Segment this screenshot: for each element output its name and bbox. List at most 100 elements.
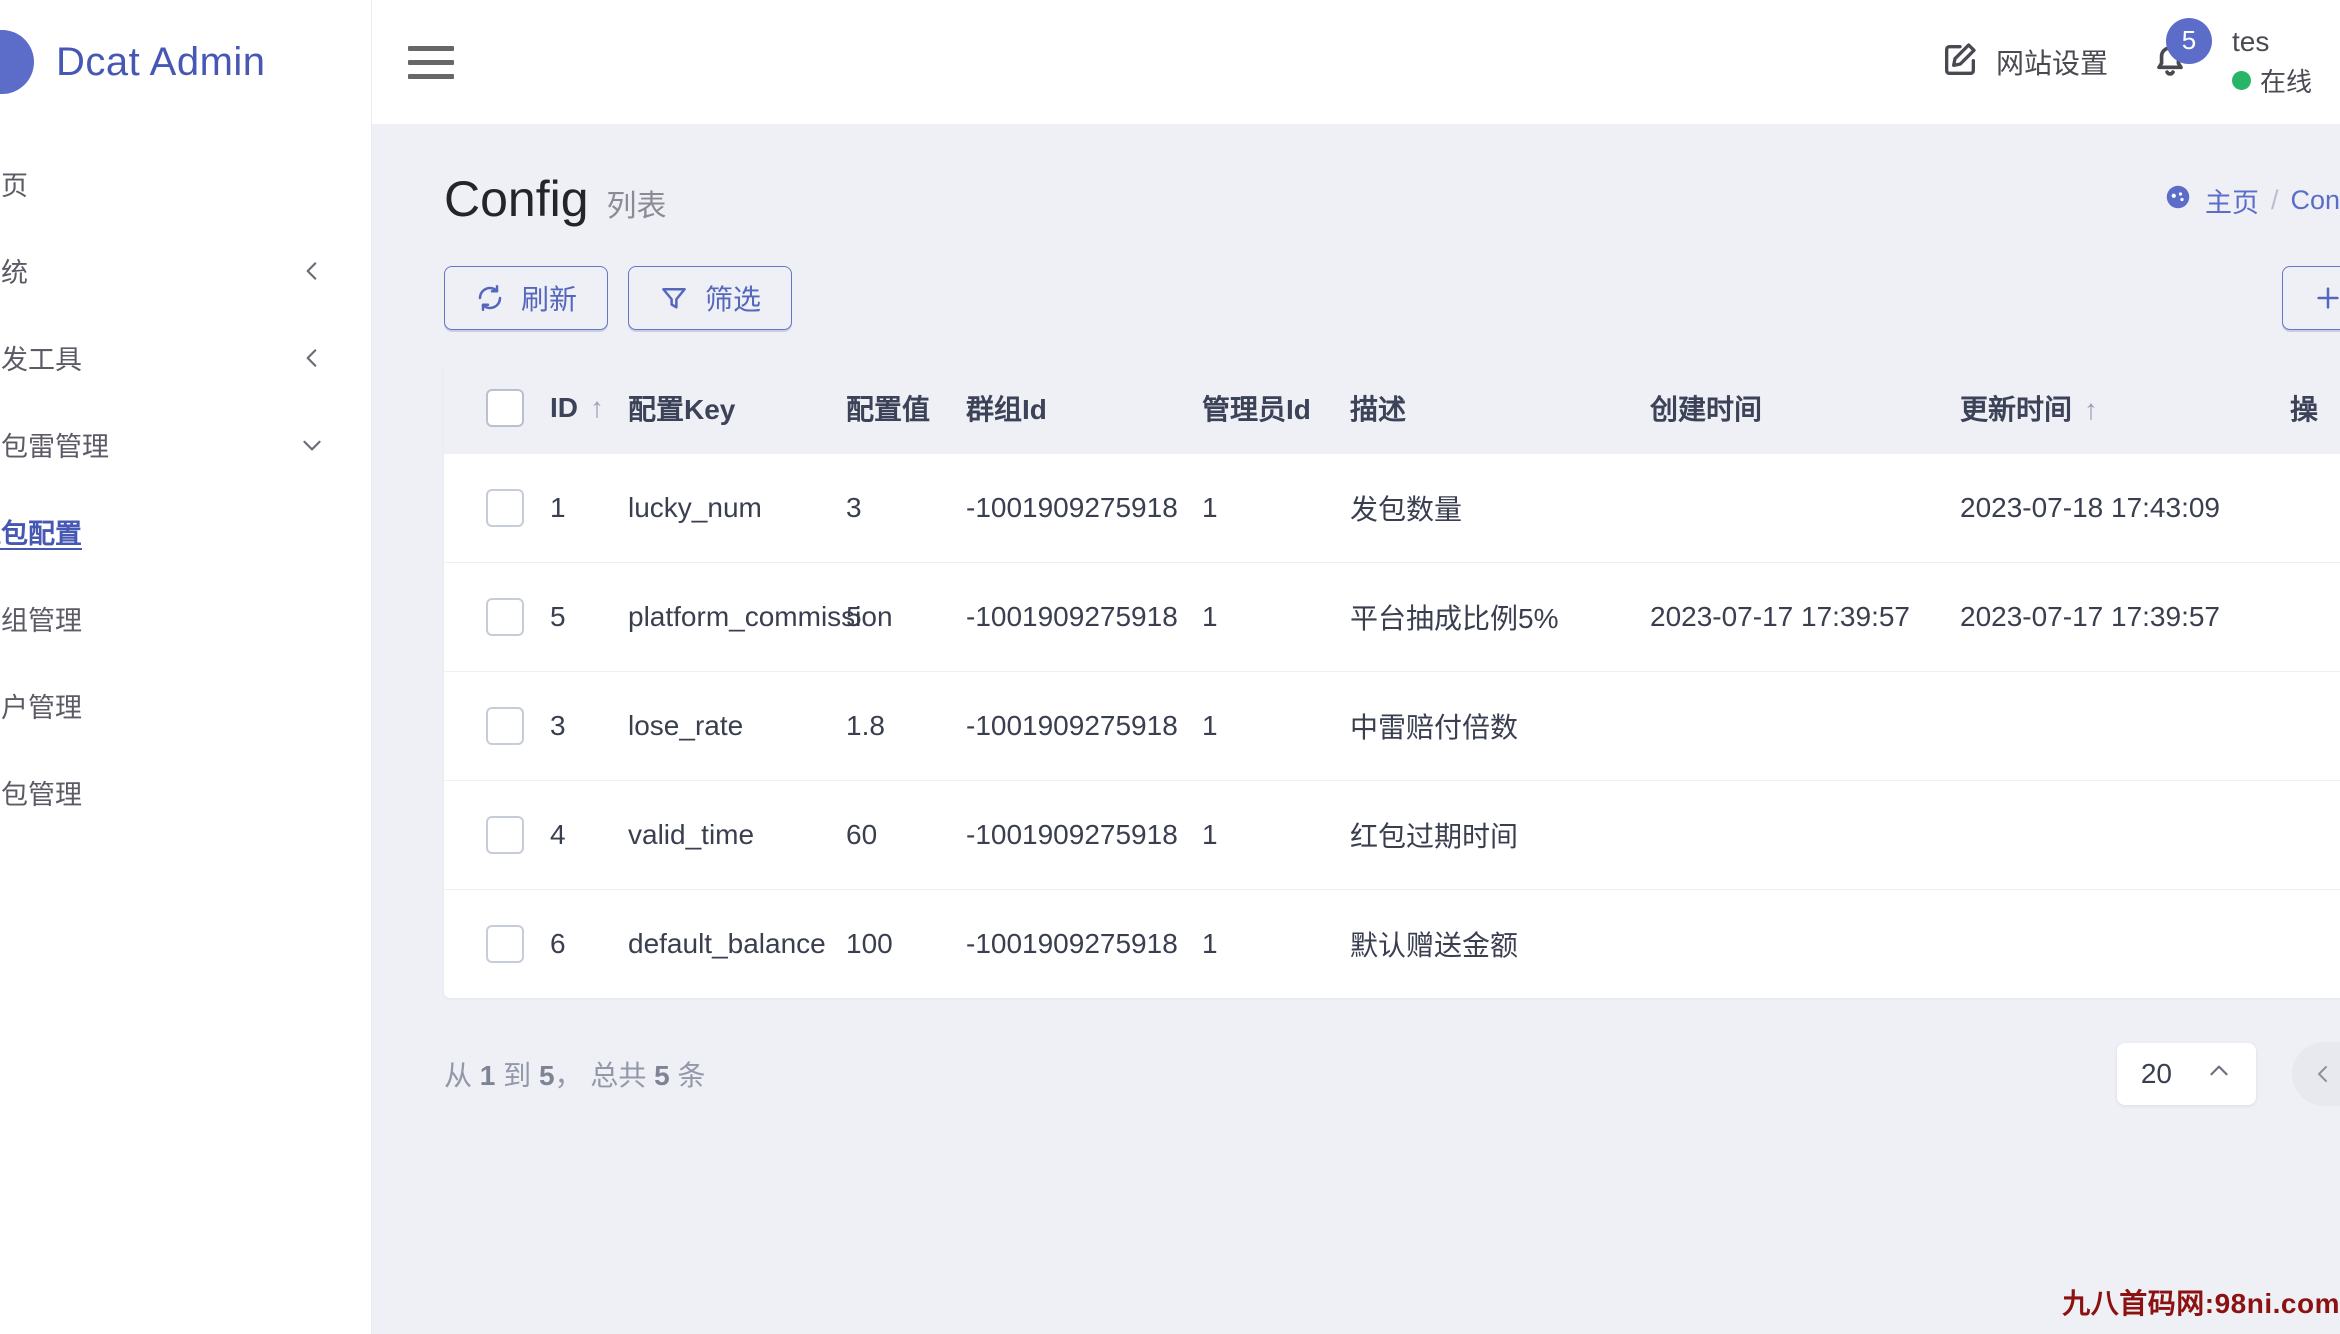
table-body: 1 lucky_num 3 -1001909275918 1 发包数量 2023…	[444, 454, 2340, 998]
cell-key: platform_commission	[628, 563, 846, 672]
cell-admin-id: 1	[1202, 454, 1350, 563]
column-label: 群组Id	[966, 394, 1047, 425]
cell-key: valid_time	[628, 781, 846, 890]
sidebar-item-redpacket-manage[interactable]: 红包雷管理	[0, 401, 371, 488]
row-select-cell[interactable]	[444, 563, 550, 672]
column-header-admin-id[interactable]: 管理员Id	[1202, 362, 1350, 454]
user-status-label: 在线	[2260, 62, 2312, 99]
column-label: 描述	[1350, 394, 1406, 425]
config-table: ID↑ 配置Key 配置值 群组Id 管理员Id 描述 创建时间 更新时间↑ 操	[444, 362, 2340, 998]
row-select-cell[interactable]	[444, 890, 550, 999]
cell-id: 4	[550, 781, 628, 890]
sidebar-item-redpacket-list[interactable]: 红包管理	[0, 749, 371, 836]
row-checkbox[interactable]	[486, 489, 524, 527]
watermark: 九八首码网:98ni.com	[2062, 1282, 2340, 1322]
toolbar-left-buttons: 刷新 筛选	[444, 266, 792, 330]
breadcrumb-separator: /	[2271, 185, 2279, 216]
row-checkbox[interactable]	[486, 925, 524, 963]
site-settings-label: 网站设置	[1996, 42, 2108, 82]
user-menu[interactable]: tes 在线	[2232, 26, 2312, 99]
sidebar-item-system[interactable]: 系统	[0, 227, 371, 314]
table-row[interactable]: 6 default_balance 100 -1001909275918 1 默…	[444, 890, 2340, 999]
sidebar-item-label: 红包管理	[0, 773, 325, 812]
notifications-button[interactable]: 5	[2142, 32, 2198, 93]
breadcrumb: 主页 / Con	[2163, 181, 2340, 220]
cell-actions[interactable]	[2290, 890, 2340, 999]
column-header-value[interactable]: 配置值	[846, 362, 966, 454]
cell-actions[interactable]	[2290, 563, 2340, 672]
row-select-cell[interactable]	[444, 454, 550, 563]
row-select-cell[interactable]	[444, 672, 550, 781]
cell-id: 1	[550, 454, 628, 563]
sidebar: Dcat Admin 主页 系统 开发工具 红包雷管理	[0, 0, 372, 1334]
site-settings-button[interactable]: 网站设置	[1940, 39, 2108, 86]
column-label: 配置值	[846, 394, 930, 425]
brand[interactable]: Dcat Admin	[0, 0, 371, 124]
breadcrumb-home[interactable]: 主页	[2205, 181, 2259, 220]
sidebar-item-label: 红包雷管理	[0, 425, 299, 464]
table-row[interactable]: 5 platform_commission 5 -1001909275918 1…	[444, 563, 2340, 672]
table-footer: 从 1 到 5， 总共 5 条 20 1	[372, 998, 2340, 1106]
column-header-updated-at[interactable]: 更新时间↑	[1960, 362, 2290, 454]
cell-actions[interactable]	[2290, 672, 2340, 781]
cell-group-id: -1001909275918	[966, 563, 1202, 672]
cell-description: 红包过期时间	[1350, 781, 1650, 890]
cell-created-at	[1650, 454, 1960, 563]
chevron-down-icon	[299, 432, 325, 458]
row-select-cell[interactable]	[444, 781, 550, 890]
sidebar-item-redpacket-config[interactable]: 红包配置	[0, 488, 371, 575]
hamburger-icon[interactable]	[408, 37, 454, 88]
column-header-created-at[interactable]: 创建时间	[1650, 362, 1960, 454]
sidebar-item-home[interactable]: 主页	[0, 140, 371, 227]
filter-button[interactable]: 筛选	[628, 266, 792, 330]
column-label: 操	[2290, 394, 2318, 425]
sort-asc-icon[interactable]: ↑	[2084, 394, 2098, 425]
refresh-button[interactable]: 刷新	[444, 266, 608, 330]
cell-admin-id: 1	[1202, 781, 1350, 890]
breadcrumb-current[interactable]: Con	[2290, 185, 2340, 216]
table-row[interactable]: 4 valid_time 60 -1001909275918 1 红包过期时间	[444, 781, 2340, 890]
row-checkbox[interactable]	[486, 707, 524, 745]
create-button[interactable]: 新	[2282, 266, 2340, 330]
sidebar-item-label: 群组管理	[0, 599, 325, 638]
column-header-select-all[interactable]	[444, 362, 550, 454]
select-all-checkbox[interactable]	[486, 389, 524, 427]
user-status: 在线	[2232, 62, 2312, 99]
sidebar-item-devtools[interactable]: 开发工具	[0, 314, 371, 401]
chevron-up-icon	[2206, 1058, 2232, 1091]
topbar-actions: 网站设置 5 tes 在线	[1940, 26, 2312, 99]
cell-key: default_balance	[628, 890, 846, 999]
column-label: 创建时间	[1650, 394, 1762, 425]
table-header-row: ID↑ 配置Key 配置值 群组Id 管理员Id 描述 创建时间 更新时间↑ 操	[444, 362, 2340, 454]
column-header-id[interactable]: ID↑	[550, 362, 628, 454]
user-name: tes	[2232, 26, 2312, 58]
sidebar-item-user-manage[interactable]: 用户管理	[0, 662, 371, 749]
sidebar-item-group-manage[interactable]: 群组管理	[0, 575, 371, 662]
sort-asc-icon[interactable]: ↑	[590, 392, 604, 423]
cell-group-id: -1001909275918	[966, 672, 1202, 781]
per-page-select[interactable]: 20	[2117, 1043, 2256, 1105]
row-info-mid: 到	[503, 1060, 531, 1091]
cell-actions[interactable]	[2290, 454, 2340, 563]
cell-admin-id: 1	[1202, 672, 1350, 781]
main-content: Config 列表 主页 / Con	[372, 124, 2340, 1334]
column-header-description[interactable]: 描述	[1350, 362, 1650, 454]
row-count-info: 从 1 到 5， 总共 5 条	[444, 1054, 706, 1094]
bell-icon	[2148, 69, 2192, 86]
table-row[interactable]: 1 lucky_num 3 -1001909275918 1 发包数量 2023…	[444, 454, 2340, 563]
row-checkbox[interactable]	[486, 816, 524, 854]
plus-icon	[2313, 283, 2340, 313]
column-header-group-id[interactable]: 群组Id	[966, 362, 1202, 454]
cell-value: 60	[846, 781, 966, 890]
online-dot-icon	[2232, 71, 2251, 90]
sidebar-item-label: 红包配置	[0, 512, 325, 551]
prev-page-button[interactable]	[2292, 1062, 2340, 1086]
cell-description: 中雷赔付倍数	[1350, 672, 1650, 781]
cell-group-id: -1001909275918	[966, 781, 1202, 890]
page-title: Config 列表	[444, 170, 667, 228]
column-header-key[interactable]: 配置Key	[628, 362, 846, 454]
row-checkbox[interactable]	[486, 598, 524, 636]
cell-actions[interactable]	[2290, 781, 2340, 890]
table-row[interactable]: 3 lose_rate 1.8 -1001909275918 1 中雷赔付倍数	[444, 672, 2340, 781]
sidebar-item-label: 开发工具	[0, 338, 299, 377]
